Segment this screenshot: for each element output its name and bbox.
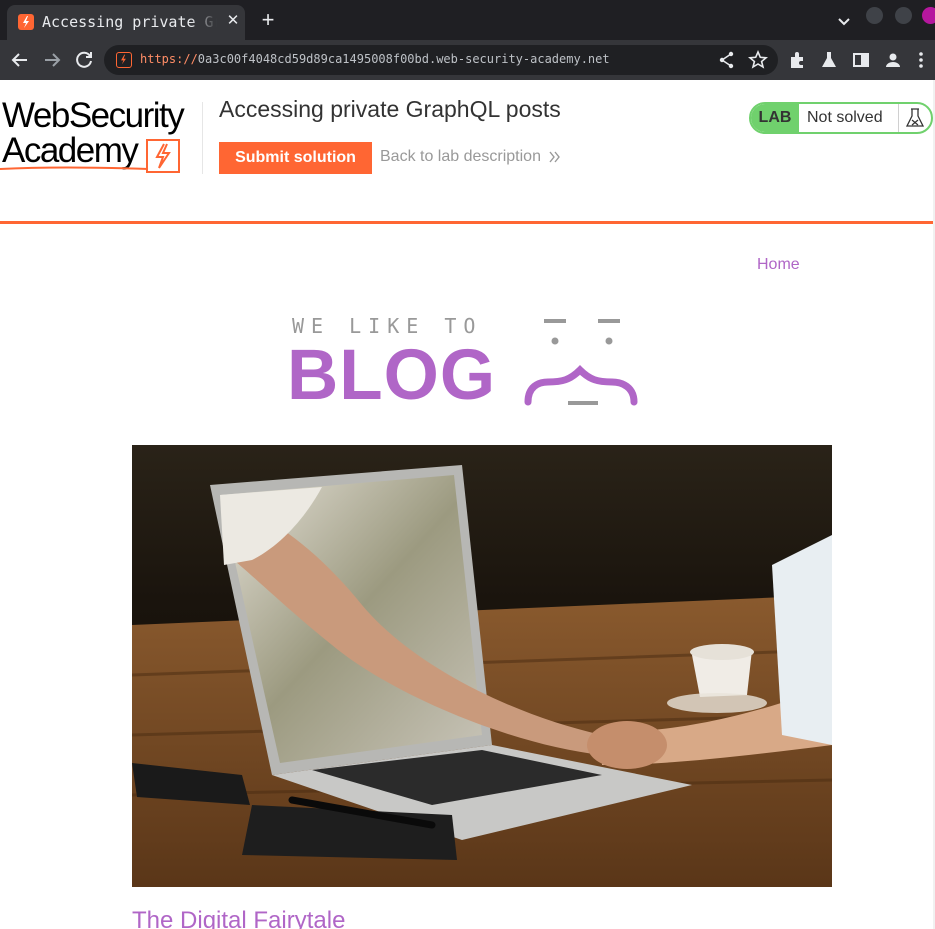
new-tab-button[interactable]: +	[256, 8, 280, 32]
profile-icon[interactable]	[882, 49, 904, 71]
lab-status-text: Not solved	[807, 109, 883, 126]
nav-home-link[interactable]: Home	[757, 256, 800, 274]
side-panel-icon[interactable]	[850, 49, 872, 71]
logo-line-1: WebSecurity	[2, 96, 185, 135]
lab-flask-icon[interactable]	[818, 49, 840, 71]
lab-header: WebSecurity Academy Accessing private Gr…	[0, 80, 935, 225]
extensions-icon[interactable]	[787, 49, 809, 71]
close-window-button[interactable]	[922, 7, 935, 24]
browser-tab-bar: Accessing private GraphQL posts ✕ +	[0, 0, 935, 40]
maximize-button[interactable]	[895, 7, 912, 24]
minimize-button[interactable]	[866, 7, 883, 24]
tab-title: Accessing private GraphQL posts	[42, 13, 217, 31]
share-icon[interactable]	[716, 49, 738, 71]
blog-word: BLOG	[287, 336, 497, 415]
academy-logo[interactable]: WebSecurity Academy	[0, 96, 185, 173]
tab-close-icon[interactable]: ✕	[223, 11, 243, 31]
browser-toolbar: https://0a3c00f4048cd59d89ca1495008f00bd…	[0, 40, 935, 80]
post-title-link[interactable]: The Digital Fairytale	[132, 907, 345, 929]
menu-icon[interactable]	[914, 49, 928, 71]
back-arrow-icon[interactable]	[8, 48, 32, 72]
address-bar[interactable]: https://0a3c00f4048cd59d89ca1495008f00bd…	[104, 45, 778, 75]
submit-solution-button[interactable]: Submit solution	[219, 142, 372, 174]
header-rule	[0, 221, 933, 224]
site-favicon-icon	[18, 14, 34, 30]
tab-search-chevron-icon[interactable]	[834, 11, 854, 31]
star-icon[interactable]	[747, 49, 769, 71]
url-text: https://0a3c00f4048cd59d89ca1495008f00bd…	[140, 52, 610, 66]
lab-flask-icon	[898, 104, 931, 132]
handshake-photo	[132, 445, 832, 887]
forward-arrow-icon[interactable]	[40, 48, 64, 72]
blog-face-icon	[524, 319, 638, 406]
blog-tagline: WE LIKE TO	[292, 314, 483, 338]
header-divider	[202, 102, 203, 174]
site-favicon-icon	[116, 52, 132, 68]
lab-title: Accessing private GraphQL posts	[219, 96, 561, 122]
blog-banner-logo: WE LIKE TO BLOG	[285, 312, 645, 412]
chevron-right-icon[interactable]	[548, 150, 562, 164]
post-image[interactable]	[132, 445, 832, 887]
reload-icon[interactable]	[72, 48, 96, 72]
back-to-lab-description-link[interactable]: Back to lab description	[380, 148, 541, 166]
lab-badge: LAB	[751, 104, 799, 132]
lab-status-widget: LAB Not solved	[749, 102, 933, 134]
browser-tab[interactable]: Accessing private GraphQL posts ✕	[7, 5, 245, 40]
